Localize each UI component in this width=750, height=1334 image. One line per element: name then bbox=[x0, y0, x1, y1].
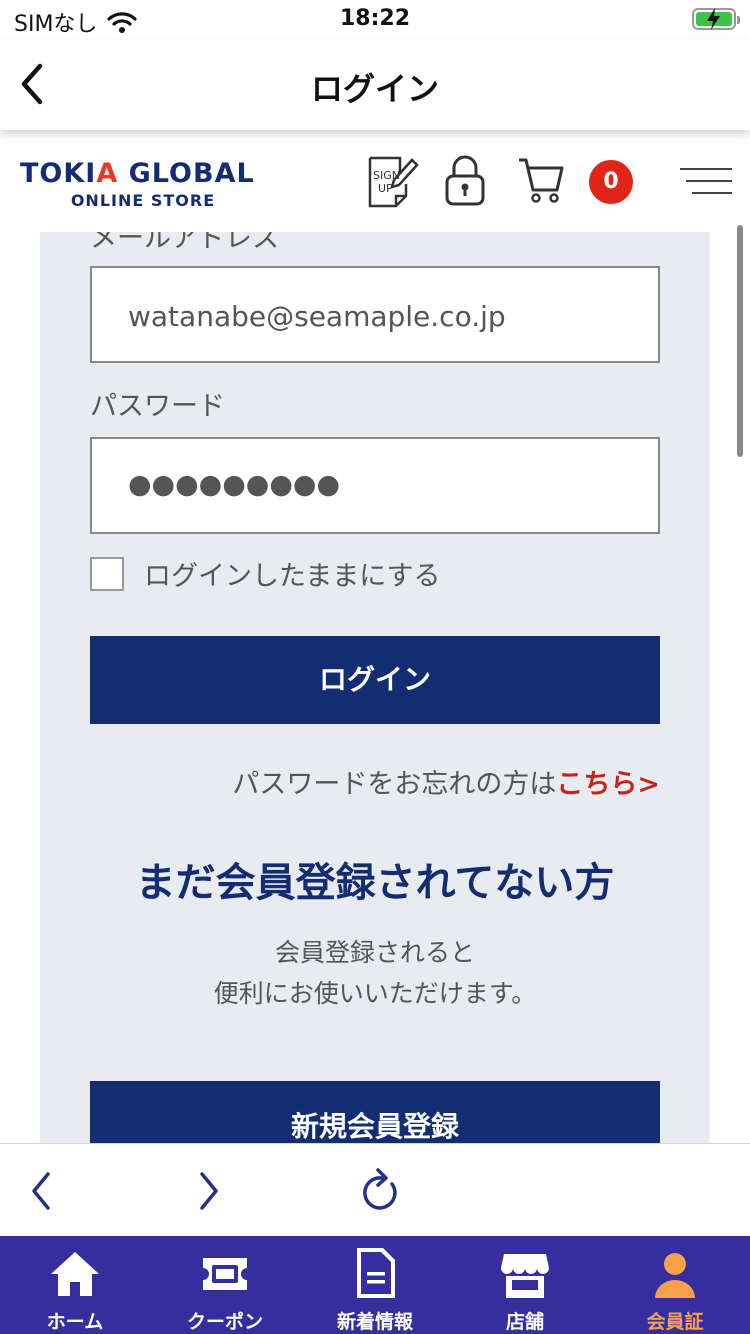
page-title: ログイン bbox=[310, 70, 439, 108]
forgot-text: パスワードをお忘れの方は bbox=[232, 769, 557, 800]
store-icon bbox=[501, 1254, 549, 1298]
status-bar: SIMなし 18:22 bbox=[0, 0, 750, 40]
tab-coupon[interactable]: クーポン bbox=[150, 1236, 300, 1334]
lock-icon[interactable] bbox=[444, 154, 486, 208]
home-icon bbox=[51, 1252, 99, 1296]
coupon-icon bbox=[203, 1258, 247, 1290]
remember-label: ログインしたままにする bbox=[144, 561, 441, 592]
forgot-password: パスワードをお忘れの方はこちら> bbox=[232, 762, 660, 801]
store-logo[interactable]: TOKIA GLOBAL ONLINE STORE bbox=[20, 158, 270, 210]
logo-wordmark: TOKIA GLOBAL bbox=[20, 158, 255, 189]
reload-icon[interactable] bbox=[358, 1166, 404, 1216]
forgot-link[interactable]: こちら> bbox=[556, 769, 660, 800]
email-field[interactable]: watanabe@seamaple.co.jp bbox=[90, 266, 660, 363]
tab-bar: ホーム クーポン 新着情報 店舗 会員証 bbox=[0, 1236, 750, 1334]
remember-me[interactable]: ログインしたままにする bbox=[90, 554, 440, 593]
cart-icon[interactable] bbox=[517, 154, 565, 206]
tab-news[interactable]: 新着情報 bbox=[300, 1236, 450, 1334]
login-panel: メールアドレス watanabe@seamaple.co.jp パスワード ●●… bbox=[40, 232, 710, 1143]
svg-text:SIGN: SIGN bbox=[373, 169, 400, 182]
password-value: ●●●●●●●●● bbox=[128, 469, 341, 500]
tab-label: ホーム bbox=[46, 1311, 104, 1333]
password-label: パスワード bbox=[90, 391, 225, 422]
news-icon bbox=[357, 1248, 395, 1298]
email-value: watanabe@seamaple.co.jp bbox=[128, 300, 506, 333]
remember-checkbox[interactable] bbox=[90, 556, 124, 591]
logo-subtitle: ONLINE STORE bbox=[70, 191, 216, 210]
cart-count-badge: 0 bbox=[589, 160, 633, 204]
register-heading: まだ会員登録されてない方 bbox=[135, 860, 615, 906]
battery-icon bbox=[692, 8, 740, 30]
tab-label: 新着情報 bbox=[336, 1311, 413, 1333]
scroll-indicator bbox=[737, 225, 743, 457]
email-label: メールアドレス bbox=[90, 232, 279, 254]
register-desc-line2: 便利にお使いいただけます。 bbox=[213, 979, 537, 1008]
tab-label: クーポン bbox=[186, 1311, 263, 1333]
register-description: 会員登録されると 便利にお使いいただけます。 bbox=[40, 932, 710, 1014]
password-field[interactable]: ●●●●●●●●● bbox=[90, 437, 660, 534]
browser-forward-icon[interactable] bbox=[194, 1166, 224, 1216]
register-button[interactable]: 新規会員登録 bbox=[90, 1081, 660, 1143]
browser-toolbar bbox=[0, 1143, 750, 1236]
tab-home[interactable]: ホーム bbox=[0, 1236, 150, 1334]
tab-label: 店舗 bbox=[505, 1311, 544, 1333]
register-desc-line1: 会員登録されると bbox=[274, 938, 475, 967]
clock: 18:22 bbox=[339, 6, 411, 31]
sign-up-icon[interactable]: SIGN UP bbox=[366, 154, 420, 210]
svg-text:UP: UP bbox=[378, 182, 393, 195]
menu-icon[interactable] bbox=[680, 166, 732, 196]
navigation-bar: ログイン bbox=[0, 40, 750, 130]
login-button[interactable]: ログイン bbox=[90, 636, 660, 724]
site-header: TOKIA GLOBAL ONLINE STORE SIGN UP bbox=[0, 130, 750, 232]
tab-member[interactable]: 会員証 bbox=[600, 1236, 750, 1334]
browser-back-icon[interactable] bbox=[26, 1166, 56, 1216]
member-icon bbox=[655, 1253, 695, 1298]
tab-label: 会員証 bbox=[646, 1311, 704, 1333]
tab-store[interactable]: 店舗 bbox=[450, 1236, 600, 1334]
